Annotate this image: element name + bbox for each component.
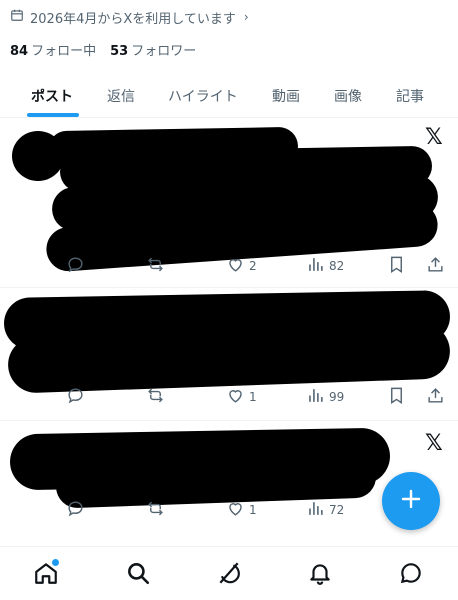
joined-text: 2026年4月からXを利用しています: [30, 11, 236, 27]
calendar-icon: [10, 8, 24, 26]
views-count: 82: [329, 259, 345, 273]
reply-icon: [66, 255, 85, 277]
like-button[interactable]: 1: [226, 499, 257, 521]
repost-icon: [146, 255, 165, 277]
messages-icon: [398, 560, 424, 590]
post-actions: 1 99: [0, 386, 458, 408]
compose-button[interactable]: [382, 472, 440, 530]
home-notification-dot: [52, 559, 59, 566]
bookmark-button[interactable]: [387, 255, 406, 277]
views-button[interactable]: 82: [306, 255, 344, 277]
views-icon: [306, 386, 325, 408]
nav-messages[interactable]: [397, 561, 425, 589]
joined-date: 2026年4月からXを利用しています ›: [10, 8, 249, 27]
like-count: 1: [249, 503, 257, 517]
like-count: 1: [249, 390, 257, 404]
share-button[interactable]: [426, 255, 445, 277]
repost-button[interactable]: [146, 386, 165, 408]
tab-images[interactable]: 画像: [334, 74, 362, 118]
tab-articles[interactable]: 記事: [396, 74, 424, 118]
follow-stats: 84 フォロー中 53 フォロワー: [10, 40, 196, 59]
reply-button[interactable]: [66, 255, 85, 277]
views-button[interactable]: 72: [306, 499, 344, 521]
repost-button[interactable]: [146, 499, 165, 521]
active-tab-indicator: [27, 113, 79, 117]
repost-icon: [146, 499, 165, 521]
bookmark-icon: [387, 255, 406, 277]
views-button[interactable]: 99: [306, 386, 344, 408]
views-icon: [306, 255, 325, 277]
tab-posts[interactable]: ポスト: [31, 74, 73, 118]
nav-grok[interactable]: [215, 561, 243, 589]
following-count: 84: [10, 44, 29, 59]
tab-highlights[interactable]: ハイライト: [168, 74, 238, 118]
like-button[interactable]: 2: [226, 255, 257, 277]
like-count: 2: [249, 259, 257, 273]
like-icon: [226, 255, 245, 277]
views-count: 72: [329, 503, 345, 517]
followers-count: 53: [110, 44, 129, 59]
bookmark-button[interactable]: [387, 386, 406, 408]
share-button[interactable]: [426, 386, 445, 408]
followers-link[interactable]: 53 フォロワー: [110, 40, 196, 59]
nav-search[interactable]: [124, 561, 152, 589]
like-icon: [226, 386, 245, 408]
chevron-right-icon[interactable]: ›: [244, 10, 249, 24]
reply-icon: [66, 386, 85, 408]
like-button[interactable]: 1: [226, 386, 257, 408]
profile-tabs: ポスト 返信 ハイライト 動画 画像 記事: [0, 74, 458, 118]
nav-notifications[interactable]: [306, 561, 334, 589]
followers-label: フォロワー: [131, 44, 197, 59]
tab-videos[interactable]: 動画: [272, 74, 300, 118]
x-logo-icon: 𝕏: [425, 125, 443, 150]
notifications-icon: [307, 560, 333, 590]
reply-icon: [66, 499, 85, 521]
share-icon: [426, 386, 445, 408]
following-link[interactable]: 84 フォロー中: [10, 40, 96, 59]
following-label: フォロー中: [31, 44, 97, 59]
repost-icon: [146, 386, 165, 408]
repost-button[interactable]: [146, 255, 165, 277]
reply-button[interactable]: [66, 386, 85, 408]
x-logo-icon: 𝕏: [425, 431, 443, 456]
views-icon: [306, 499, 325, 521]
tab-replies[interactable]: 返信: [107, 74, 135, 118]
reply-button[interactable]: [66, 499, 85, 521]
post-actions: 2 82: [0, 255, 458, 277]
share-icon: [426, 255, 445, 277]
views-count: 99: [329, 390, 345, 404]
like-icon: [226, 499, 245, 521]
grok-icon: [216, 560, 242, 590]
bookmark-icon: [387, 386, 406, 408]
search-icon: [125, 560, 151, 590]
bottom-navigation: [0, 546, 458, 600]
compose-icon: [399, 487, 423, 515]
